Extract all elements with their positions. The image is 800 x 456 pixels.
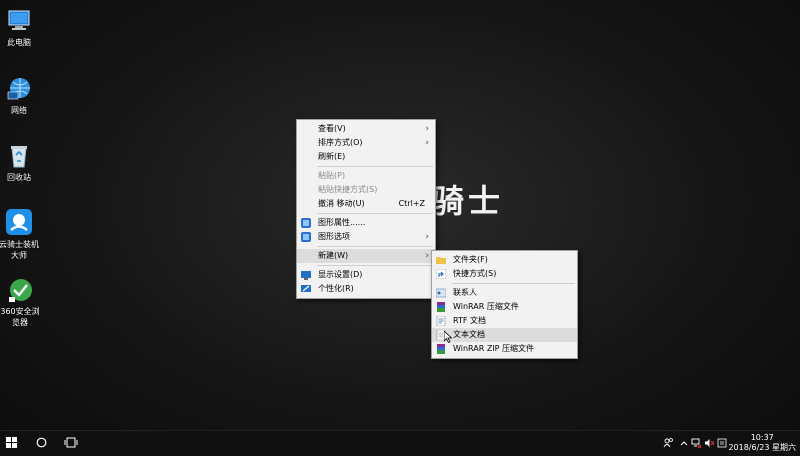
menu-item-personalize[interactable]: 个性化(R) — [297, 282, 435, 296]
task-view-button[interactable] — [60, 431, 82, 456]
start-button[interactable] — [0, 431, 22, 456]
winrar-zip-icon — [436, 344, 446, 354]
menu-item-paste[interactable]: 粘贴(P) — [297, 169, 435, 183]
menu-item-label: 新建(W) — [318, 251, 349, 260]
menu-item-view[interactable]: 查看(V) › — [297, 122, 435, 136]
intel-graphics-icon — [301, 218, 311, 228]
menu-item-label: 文件夹(F) — [453, 255, 488, 264]
menu-separator — [317, 213, 433, 214]
menu-item-label: 图形属性...... — [318, 218, 366, 227]
menu-item-label: 联系人 — [453, 288, 477, 297]
menu-separator — [317, 246, 433, 247]
submenu-item-contact[interactable]: 联系人 — [432, 286, 577, 300]
taskbar-clock[interactable]: 10:37 2018/6/23 星期六 — [728, 433, 796, 453]
browser-360-icon — [7, 277, 33, 303]
desktop-icon-label: 回收站 — [7, 173, 31, 182]
menu-item-label: 显示设置(D) — [318, 270, 363, 279]
menu-item-label: WinRAR 压缩文件 — [453, 302, 519, 311]
ime-icon — [717, 438, 727, 450]
desktop-icon-yunqishi[interactable]: 云骑士装机大师 — [0, 208, 40, 261]
people-button[interactable] — [660, 431, 676, 456]
menu-item-display-settings[interactable]: 显示设置(D) — [297, 268, 435, 282]
menu-item-graphics-options[interactable]: 图形选项 › — [297, 230, 435, 244]
display-icon — [301, 270, 311, 280]
new-submenu: 文件夹(F) 快捷方式(S) 联系人 WinRAR 压缩文件 RTF 文档 文本… — [431, 250, 578, 359]
menu-item-undo-move[interactable]: 撤消 移动(U) Ctrl+Z — [297, 197, 435, 211]
menu-item-label: 排序方式(O) — [318, 138, 363, 147]
clock-time: 10:37 — [750, 433, 774, 442]
menu-item-graphics-properties[interactable]: 图形属性...... — [297, 216, 435, 230]
desktop-icon-label: 此电脑 — [7, 38, 31, 47]
intel-graphics-icon — [301, 232, 311, 242]
submenu-item-rtf[interactable]: RTF 文档 — [432, 314, 577, 328]
menu-separator — [317, 265, 433, 266]
wallpaper-brand-text: 骑士 — [432, 182, 505, 220]
cortana-circle-icon — [36, 437, 47, 450]
cortana-button[interactable] — [30, 431, 52, 456]
menu-separator — [452, 283, 575, 284]
desktop-icon-recycle-bin[interactable]: 回收站 — [0, 143, 39, 183]
network-tray-button[interactable] — [690, 431, 702, 456]
desktop-context-menu: 查看(V) › 排序方式(O) › 刷新(E) 粘贴(P) 粘贴快捷方式(S) … — [296, 119, 436, 299]
desktop-icon-label: 云骑士装机大师 — [0, 240, 39, 260]
menu-item-label: WinRAR ZIP 压缩文件 — [453, 344, 535, 353]
desktop-icon-this-pc[interactable]: 此电脑 — [0, 8, 39, 48]
submenu-item-winrar-zip[interactable]: WinRAR ZIP 压缩文件 — [432, 342, 577, 356]
chevron-right-icon: › — [425, 124, 429, 134]
computer-icon — [6, 8, 32, 34]
recycle-bin-icon — [6, 143, 32, 169]
menu-separator — [317, 166, 433, 167]
menu-item-label: 粘贴快捷方式(S) — [318, 185, 378, 194]
submenu-item-folder[interactable]: 文件夹(F) — [432, 253, 577, 267]
desktop[interactable]: 此电脑 网络 回收站 云骑士装机大师 360安全浏览器 骑士 查看(V) › 排… — [0, 0, 800, 430]
volume-muted-icon — [704, 438, 715, 450]
volume-tray-button[interactable] — [703, 431, 715, 456]
menu-item-refresh[interactable]: 刷新(E) — [297, 150, 435, 164]
task-view-icon — [64, 437, 78, 450]
menu-item-label: 粘贴(P) — [318, 171, 346, 180]
personalize-icon — [301, 284, 311, 294]
submenu-item-text-document[interactable]: 文本文档 — [432, 328, 577, 344]
yunqishi-icon — [5, 208, 33, 236]
desktop-icon-network[interactable]: 网络 — [0, 76, 39, 116]
menu-item-sort[interactable]: 排序方式(O) › — [297, 136, 435, 150]
menu-item-label: 文本文档 — [453, 330, 485, 339]
menu-item-shortcut: Ctrl+Z — [398, 199, 425, 208]
menu-item-paste-shortcut[interactable]: 粘贴快捷方式(S) — [297, 183, 435, 197]
winrar-icon — [436, 302, 446, 312]
folder-icon — [436, 255, 446, 265]
menu-item-label: 撤消 移动(U) — [318, 199, 365, 208]
menu-item-new[interactable]: 新建(W) › — [297, 249, 435, 263]
chevron-right-icon: › — [425, 232, 429, 242]
menu-item-label: RTF 文档 — [453, 316, 487, 325]
windows-logo-icon — [5, 437, 17, 450]
people-icon — [663, 437, 674, 450]
desktop-icon-label: 360安全浏览器 — [0, 307, 40, 327]
chevron-up-icon — [680, 439, 688, 448]
menu-item-label: 图形选项 — [318, 232, 350, 241]
tray-overflow-button[interactable] — [678, 431, 690, 456]
ime-tray-button[interactable] — [716, 431, 728, 456]
submenu-item-shortcut[interactable]: 快捷方式(S) — [432, 267, 577, 281]
menu-item-label: 快捷方式(S) — [453, 269, 497, 278]
rtf-document-icon — [436, 315, 446, 327]
submenu-item-winrar[interactable]: WinRAR 压缩文件 — [432, 300, 577, 314]
chevron-right-icon: › — [425, 251, 429, 261]
desktop-icon-360-browser[interactable]: 360安全浏览器 — [0, 277, 42, 328]
chevron-right-icon: › — [425, 138, 429, 148]
clock-date: 2018/6/23 星期六 — [728, 443, 796, 452]
desktop-icon-label: 网络 — [11, 106, 27, 115]
network-tray-icon — [691, 438, 702, 450]
menu-item-label: 刷新(E) — [318, 152, 346, 161]
menu-item-label: 个性化(R) — [318, 284, 354, 293]
contact-icon — [435, 288, 447, 298]
shortcut-icon — [435, 268, 447, 280]
taskbar: 10:37 2018/6/23 星期六 — [0, 430, 800, 456]
network-icon — [6, 76, 32, 102]
menu-item-label: 查看(V) — [318, 124, 346, 133]
